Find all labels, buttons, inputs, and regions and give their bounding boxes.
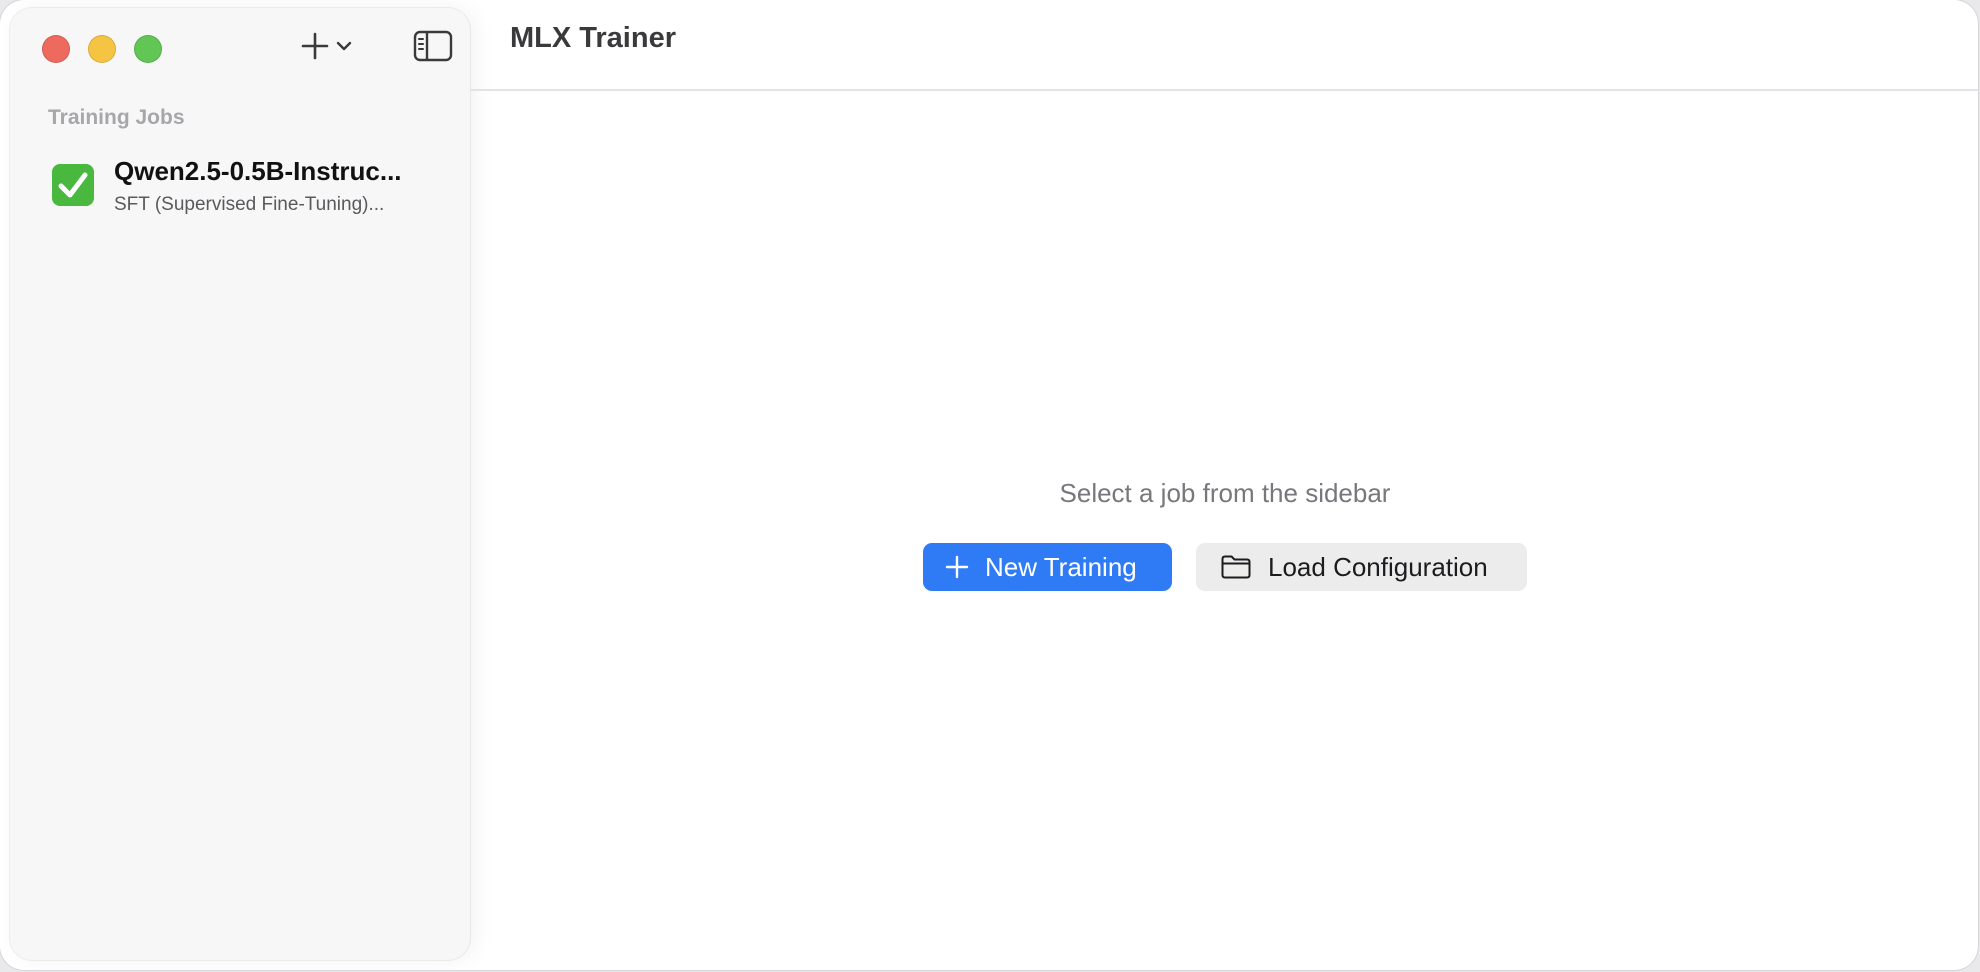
sidebar-toggle-button[interactable]	[410, 30, 456, 66]
plus-icon	[945, 555, 969, 579]
window-close-button[interactable]	[42, 35, 70, 63]
check-icon	[52, 164, 94, 206]
app-title: MLX Trainer	[510, 22, 676, 54]
toolbar-divider	[470, 89, 1978, 91]
new-training-button[interactable]: New Training	[923, 543, 1172, 591]
training-jobs-header: Training Jobs	[48, 106, 185, 129]
job-subtitle: SFT (Supervised Fine-Tuning)...	[114, 194, 385, 215]
sidebar-toggle-icon	[413, 30, 453, 67]
load-configuration-label: Load Configuration	[1268, 551, 1488, 582]
folder-icon	[1220, 554, 1252, 580]
sidebar: Training Jobs Qwen2.5-0.5B-Instruc... SF…	[10, 8, 470, 960]
job-title: Qwen2.5-0.5B-Instruc...	[114, 156, 402, 186]
load-configuration-button[interactable]: Load Configuration	[1196, 543, 1527, 591]
empty-state-message: Select a job from the sidebar	[1059, 478, 1391, 508]
window-maximize-button[interactable]	[134, 35, 162, 63]
sidebar-item-job[interactable]: Qwen2.5-0.5B-Instruc... SFT (Supervised …	[40, 148, 460, 228]
plus-icon	[300, 31, 330, 66]
add-job-menu-button[interactable]	[300, 28, 364, 68]
chevron-down-icon	[336, 39, 352, 57]
window-minimize-button[interactable]	[88, 35, 116, 63]
app-window: Training Jobs Qwen2.5-0.5B-Instruc... SF…	[0, 0, 1978, 970]
new-training-label: New Training	[985, 551, 1137, 582]
